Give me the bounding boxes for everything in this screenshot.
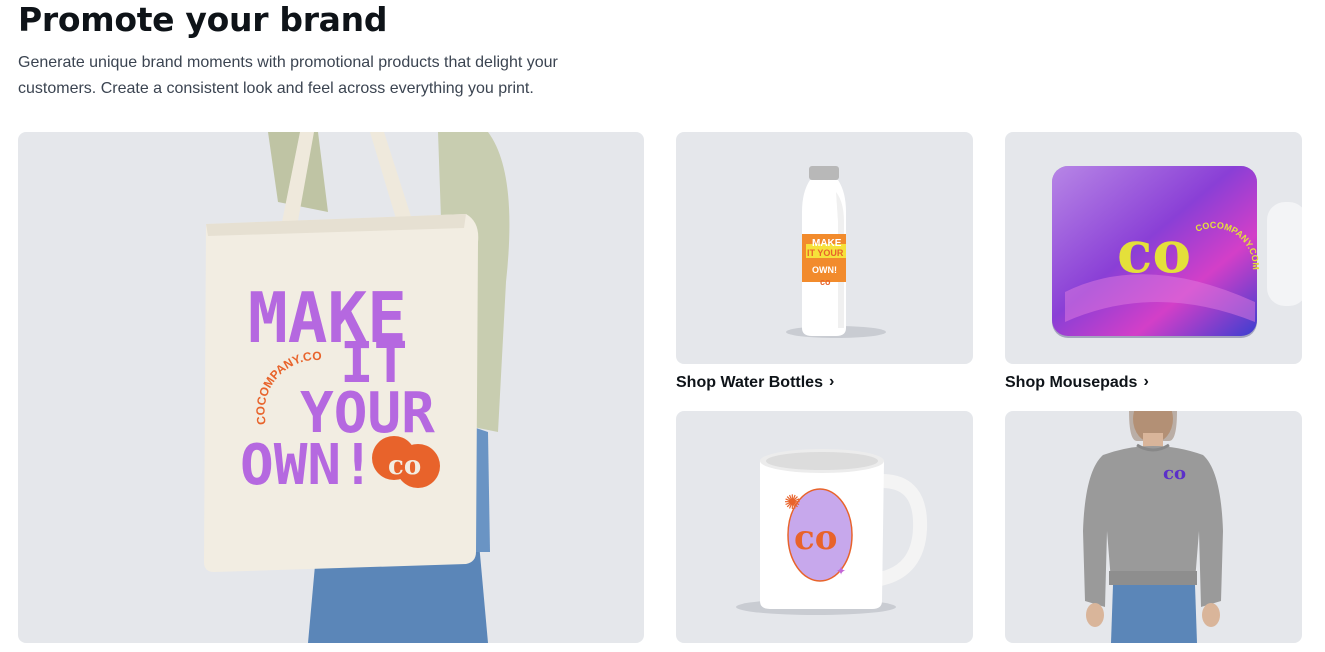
mousepad-image: co COCOMPANY.COM [1052, 166, 1302, 338]
shop-water-bottles-label: Shop Water Bottles [676, 374, 823, 391]
bottle-label-own: OWN! [812, 265, 837, 275]
svg-text:co: co [820, 277, 831, 287]
chevron-right-icon: › [1143, 373, 1149, 390]
svg-text:✦: ✦ [836, 564, 846, 578]
mug-tile[interactable]: co ✺ ✦ [676, 411, 973, 643]
sweatshirt-tile[interactable]: co [1005, 411, 1302, 643]
svg-text:co: co [388, 451, 421, 481]
shop-water-bottles-link[interactable]: Shop Water Bottles › [676, 373, 835, 392]
mug-image: co ✺ ✦ [736, 449, 928, 615]
tote-bag-tile[interactable]: MAKE IT YOUR OWN! COCOMPANY.COM co [18, 132, 644, 643]
svg-text:✺: ✺ [784, 492, 801, 514]
co-logo-icon: co [794, 518, 837, 558]
page-title: Promote your brand [18, 0, 388, 39]
water-bottle-image: MAKE IT YOUR OWN! co [786, 166, 886, 338]
tote-bag-image: MAKE IT YOUR OWN! COCOMPANY.COM co [18, 132, 510, 643]
water-bottle-tile[interactable]: MAKE IT YOUR OWN! co [676, 132, 973, 364]
svg-text:co: co [1117, 218, 1191, 286]
co-logo-icon: co [1117, 218, 1191, 286]
chevron-right-icon: › [828, 373, 835, 390]
bottle-label-ityour: IT YOUR [807, 248, 844, 258]
shop-mousepads-label: Shop Mousepads [1005, 374, 1138, 391]
shop-mousepads-link[interactable]: Shop Mousepads › [1005, 373, 1149, 392]
mousepad-tile[interactable]: co COCOMPANY.COM [1005, 132, 1302, 364]
sweatshirt-image: co [1083, 411, 1223, 643]
co-logo-icon: co [1163, 463, 1186, 484]
page-subtitle: Generate unique brand moments with promo… [18, 54, 558, 97]
tote-text-own: OWN! [240, 433, 375, 498]
